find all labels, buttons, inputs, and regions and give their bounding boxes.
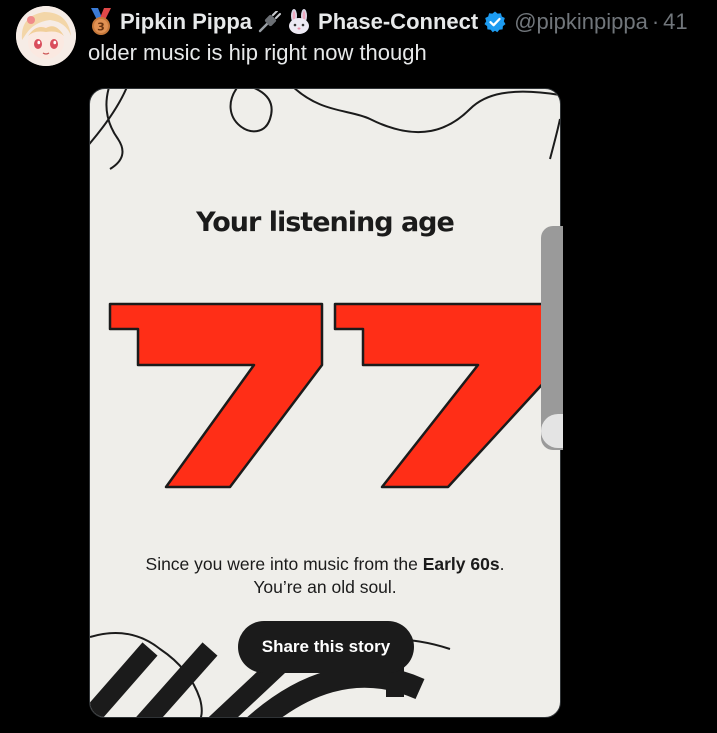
- header-separator: ·: [651, 9, 660, 34]
- tweet-timestamp[interactable]: 41: [663, 9, 687, 35]
- author-display-name[interactable]: Pipkin Pippa: [120, 9, 252, 35]
- share-story-button[interactable]: Share this story: [238, 621, 414, 673]
- rabbit-face-icon: [289, 9, 310, 34]
- age-number: [108, 302, 560, 489]
- author-org-name[interactable]: Phase-Connect: [318, 9, 478, 35]
- author-handle[interactable]: @pipkinpippa: [514, 9, 648, 35]
- story-caption: Since you were into music from the Early…: [120, 553, 530, 599]
- tweet-media-image[interactable]: Your listening age Since you were into m…: [89, 88, 561, 718]
- tweet-header: 3 Pipkin Pippa Phase-Connect @pipkinpipp…: [88, 8, 717, 36]
- verified-badge-icon[interactable]: [484, 11, 506, 33]
- caption-prefix: Since you were into music from the: [145, 554, 423, 574]
- plug-icon: [258, 11, 282, 33]
- avatar[interactable]: [16, 6, 76, 66]
- tweet-text: older music is hip right now though: [88, 40, 427, 65]
- avatar-image: [16, 6, 76, 66]
- story-title: Your listening age: [196, 207, 455, 238]
- svg-text:3: 3: [97, 21, 105, 34]
- bronze-medal-icon: 3: [91, 8, 111, 35]
- caption-era: Early 60s: [422, 554, 500, 574]
